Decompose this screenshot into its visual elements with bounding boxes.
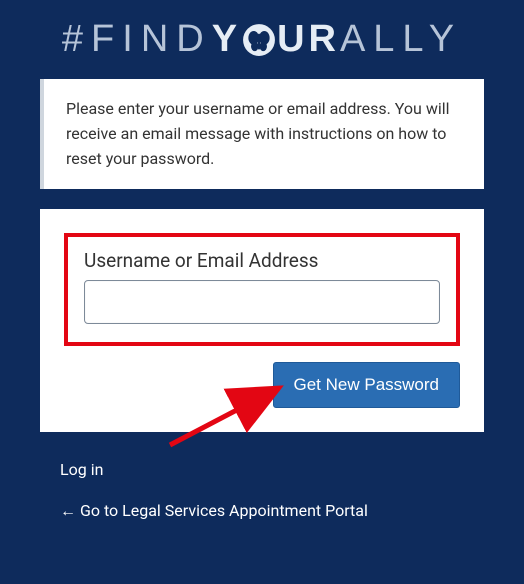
logo-word-find: FIND — [91, 18, 212, 61]
get-new-password-button[interactable]: Get New Password — [273, 362, 461, 408]
instruction-message: Please enter your username or email addr… — [40, 79, 484, 189]
reset-password-form: Username or Email Address Get New Passwo… — [40, 209, 484, 432]
logo-word-ally: ALLY — [340, 18, 462, 61]
logo-word-your-y: Y — [212, 18, 241, 61]
logo-word-your-ur: UR — [277, 18, 340, 61]
back-to-site-link[interactable]: ← Go to Legal Services Appointment Porta… — [60, 501, 464, 521]
footer-links: Log in ← Go to Legal Services Appointmen… — [60, 460, 464, 521]
login-link[interactable]: Log in — [60, 460, 464, 479]
username-input[interactable] — [84, 280, 440, 324]
site-logo: # FIND Y UR ALLY — [0, 0, 524, 71]
butterfly-icon — [241, 23, 277, 57]
username-label: Username or Email Address — [84, 249, 440, 272]
logo-hash: # — [62, 18, 91, 61]
username-field-highlight: Username or Email Address — [64, 233, 460, 346]
